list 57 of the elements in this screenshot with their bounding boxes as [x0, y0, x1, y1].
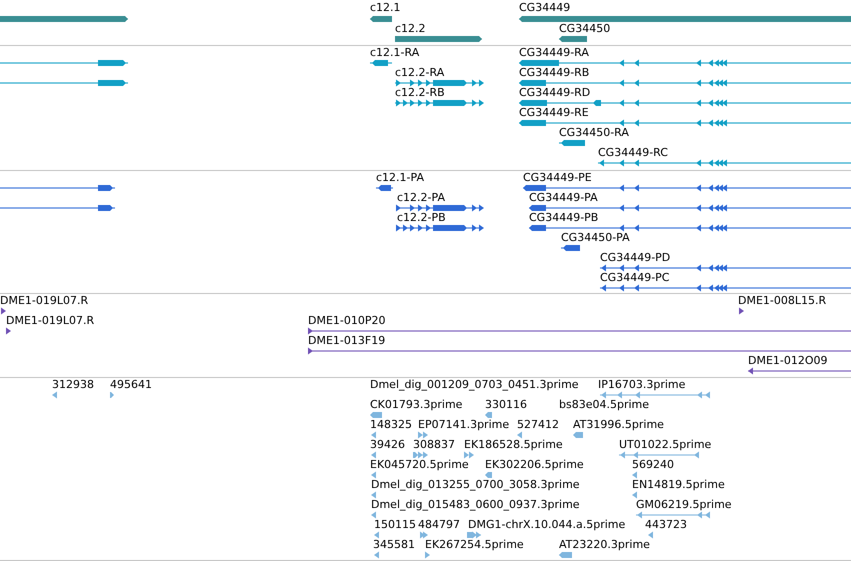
feature-label: EN14819.5prime: [632, 479, 725, 491]
feature-label: CG34449-RC: [598, 147, 668, 159]
feature-label: c12.2-RB: [395, 87, 445, 99]
feature-label: 345581: [373, 539, 415, 551]
feature-label: 569240: [632, 459, 674, 471]
feature-label: 527412: [517, 419, 559, 431]
feature-label: EK267254.5prime: [425, 539, 524, 551]
feature-label: 150115: [374, 519, 416, 531]
feature-label: GM06219.5prime: [636, 499, 732, 511]
feature-label: Dmel_dig_001209_0703_0451.3prime: [370, 379, 579, 391]
feature-label: 330116: [485, 399, 527, 411]
feature-label: CG34449-RD: [519, 87, 590, 99]
feature-label: c12.2-PB: [397, 212, 446, 224]
feature-label: c12.1-PA: [376, 172, 424, 184]
feature-label: Dmel_dig_015483_0600_0937.3prime: [371, 499, 580, 511]
feature-label: DME1-010P20: [308, 315, 386, 327]
feature-label: EK045720.5prime: [370, 459, 469, 471]
feature-label: Dmel_dig_013255_0700_3058.3prime: [371, 479, 580, 491]
feature-label: DME1-013F19: [308, 335, 386, 347]
feature-label: EK186528.5prime: [464, 439, 563, 451]
feature-label: UT01022.5prime: [619, 439, 712, 451]
feature-label: bs83e04.5prime: [559, 399, 650, 411]
feature-label: DME1-019L07.R: [0, 295, 88, 307]
feature-label: CG34450: [559, 23, 610, 35]
feature-label: CG34450-PA: [561, 232, 630, 244]
feature-label: DME1-008L15.R: [738, 295, 826, 307]
feature-label: 308837: [413, 439, 455, 451]
feature-label: CG34449-PB: [529, 212, 598, 224]
feature-label: CG34449-RA: [519, 47, 589, 59]
feature-label: 39426: [370, 439, 405, 451]
feature-label: CG34449-PC: [600, 272, 670, 284]
feature-label: EK302206.5prime: [485, 459, 584, 471]
feature-label: DME1-012O09: [748, 355, 828, 367]
feature-label: AT23220.3prime: [559, 539, 650, 551]
feature-label: c12.1: [370, 2, 401, 14]
feature-label: 443723: [645, 519, 687, 531]
feature-label: CG34449-PA: [529, 192, 598, 204]
feature-label: 312938: [52, 379, 94, 391]
feature-label: c12.2-RA: [395, 67, 444, 79]
feature-label: CG34449-RB: [519, 67, 590, 79]
feature-label: CG34449-PE: [523, 172, 592, 184]
feature-label: 484797: [418, 519, 460, 531]
feature-label: c12.2: [395, 23, 426, 35]
feature-label: IP16703.3prime: [598, 379, 686, 391]
feature-label: CG34449-RE: [519, 107, 589, 119]
feature-label: EP07141.3prime: [418, 419, 510, 431]
feature-label: CG34450-RA: [559, 127, 629, 139]
feature-label: AT31996.5prime: [573, 419, 664, 431]
feature-label: CG34449: [519, 2, 570, 14]
feature-label: CK01793.3prime: [370, 399, 462, 411]
feature-label: CG34449-PD: [600, 252, 670, 264]
feature-label: 148325: [370, 419, 412, 431]
feature-label: c12.1-RA: [370, 47, 420, 59]
feature-label: 495641: [110, 379, 152, 391]
feature-label: DMG1-chrX.10.044.a.5prime: [468, 519, 626, 531]
feature-label: DME1-019L07.R: [6, 315, 94, 327]
feature-label: c12.2-PA: [397, 192, 445, 204]
